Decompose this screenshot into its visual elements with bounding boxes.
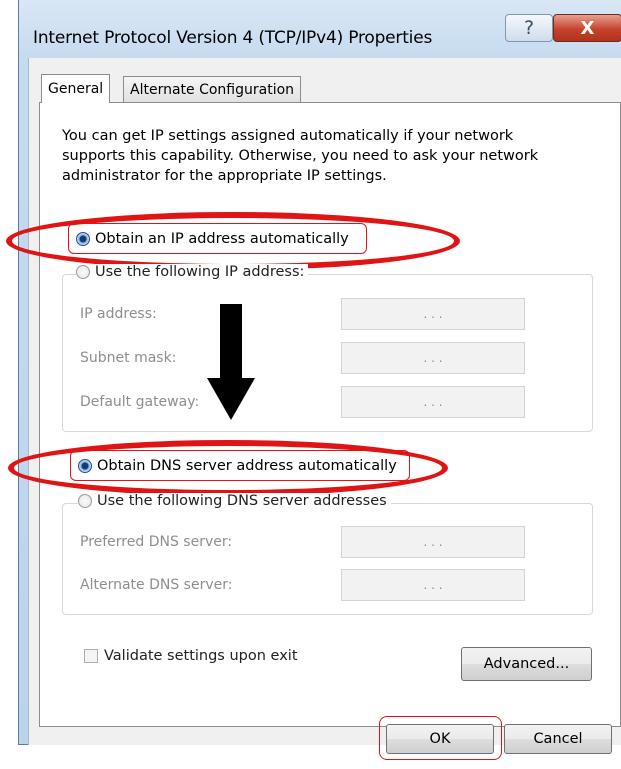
ip-address-dots: . . .	[423, 307, 443, 321]
title-bar[interactable]: Internet Protocol Version 4 (TCP/IPv4) P…	[19, 0, 621, 58]
subnet-mask-label: Subnet mask:	[80, 350, 177, 366]
close-button[interactable]: X	[553, 14, 621, 42]
alternate-dns-input[interactable]: . . .	[341, 569, 525, 601]
alternate-dns-label: Alternate DNS server:	[80, 577, 233, 593]
close-icon: X	[580, 17, 595, 39]
default-gateway-input[interactable]: . . .	[341, 386, 525, 418]
ip-address-label: IP address:	[80, 306, 157, 322]
subnet-mask-input[interactable]: . . .	[341, 342, 525, 374]
description-text: You can get IP settings assigned automat…	[62, 128, 539, 184]
help-button[interactable]: ?	[505, 14, 553, 42]
help-icon: ?	[523, 17, 535, 39]
radio-use-following-dns-label: Use the following DNS server addresses	[97, 493, 387, 509]
preferred-dns-label: Preferred DNS server:	[80, 534, 233, 550]
default-gateway-label: Default gateway:	[80, 394, 200, 410]
window-title: Internet Protocol Version 4 (TCP/IPv4) P…	[33, 28, 433, 48]
down-arrow-icon	[207, 378, 255, 420]
annotation-ellipse	[8, 440, 448, 496]
ip-address-input[interactable]: . . .	[341, 298, 525, 330]
subnet-mask-dots: . . .	[423, 351, 443, 365]
preferred-dns-input[interactable]: . . .	[341, 526, 525, 558]
alternate-dns-dots: . . .	[423, 578, 443, 592]
cancel-button[interactable]: Cancel	[504, 724, 612, 754]
radio-use-following-dns[interactable]: Use the following DNS server addresses	[78, 493, 391, 509]
tab-alternate-configuration[interactable]: Alternate Configuration	[123, 76, 302, 102]
annotation-rectangle	[379, 716, 502, 760]
tab-general[interactable]: General	[41, 74, 111, 103]
radio-unselected-icon	[78, 494, 92, 508]
preferred-dns-dots: . . .	[423, 535, 443, 549]
radio-use-following-ip[interactable]: Use the following IP address:	[76, 264, 309, 280]
checkbox-unchecked-icon	[84, 649, 98, 663]
annotation-arrow-shaft	[220, 304, 242, 382]
radio-use-following-ip-label: Use the following IP address:	[95, 264, 305, 280]
validate-settings-checkbox[interactable]: Validate settings upon exit	[84, 648, 298, 664]
validate-settings-label: Validate settings upon exit	[104, 648, 298, 664]
annotation-ellipse	[6, 212, 460, 270]
radio-unselected-icon	[76, 265, 90, 279]
default-gateway-dots: . . .	[423, 395, 443, 409]
advanced-button[interactable]: Advanced...	[461, 647, 592, 681]
